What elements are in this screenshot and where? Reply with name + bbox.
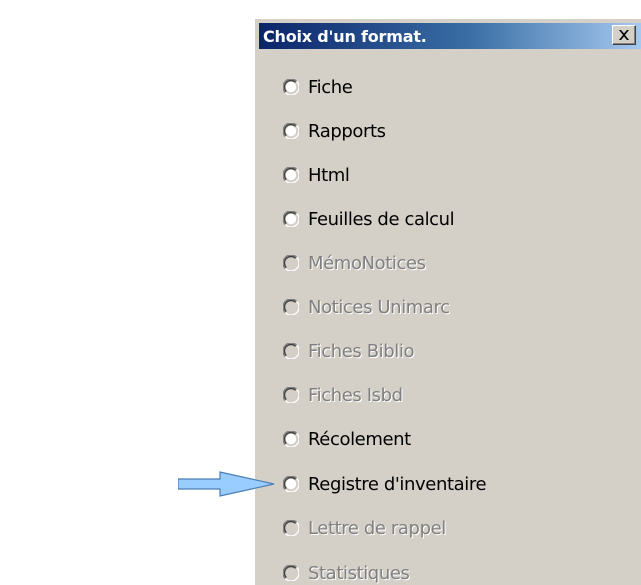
radio-button-icon[interactable]: [283, 123, 299, 139]
option-label: Fiches Isbd: [308, 384, 403, 406]
radio-button-icon[interactable]: [283, 211, 299, 227]
option-label: Notices Unimarc: [308, 296, 450, 318]
radio-button-icon: [283, 299, 299, 315]
radio-button-icon: [283, 343, 299, 359]
format-choice-dialog: Choix d'un format. Fiche Rapports Html F…: [254, 18, 641, 585]
radio-button-icon[interactable]: [283, 476, 299, 492]
arrow-right-icon: [178, 471, 275, 497]
option-label: Rapports: [308, 120, 386, 142]
radio-button-icon: [283, 387, 299, 403]
option-registre-inventaire[interactable]: Registre d'inventaire: [283, 472, 583, 496]
option-label: Fiche: [308, 76, 353, 98]
radio-button-icon: [283, 565, 299, 581]
radio-button-icon[interactable]: [283, 79, 299, 95]
option-label: Récolement: [308, 428, 411, 450]
option-label: MémoNotices: [308, 252, 426, 274]
option-label: Registre d'inventaire: [308, 473, 487, 495]
option-fiches-biblio: Fiches Biblio: [283, 339, 583, 363]
close-x-icon: [619, 30, 629, 40]
radio-button-icon[interactable]: [283, 167, 299, 183]
option-label: Feuilles de calcul: [308, 208, 455, 230]
radio-button-icon[interactable]: [283, 431, 299, 447]
option-label: Fiches Biblio: [308, 340, 415, 362]
option-fiches-isbd: Fiches Isbd: [283, 383, 583, 407]
option-memonotices: MémoNotices: [283, 251, 583, 275]
option-recolement[interactable]: Récolement: [283, 427, 583, 451]
option-notices-unimarc: Notices Unimarc: [283, 295, 583, 319]
option-feuilles-de-calcul[interactable]: Feuilles de calcul: [283, 207, 583, 231]
radio-button-icon: [283, 255, 299, 271]
option-statistiques: Statistiques: [283, 561, 583, 585]
title-bar[interactable]: Choix d'un format.: [259, 23, 641, 49]
dialog-title: Choix d'un format.: [263, 27, 427, 46]
radio-button-icon: [283, 520, 299, 536]
option-lettre-de-rappel: Lettre de rappel: [283, 516, 583, 540]
close-button[interactable]: [612, 25, 636, 45]
option-html[interactable]: Html: [283, 163, 583, 187]
option-label: Statistiques: [308, 562, 410, 584]
option-fiche[interactable]: Fiche: [283, 75, 583, 99]
option-rapports[interactable]: Rapports: [283, 119, 583, 143]
option-label: Lettre de rappel: [308, 517, 446, 539]
option-label: Html: [308, 164, 350, 186]
